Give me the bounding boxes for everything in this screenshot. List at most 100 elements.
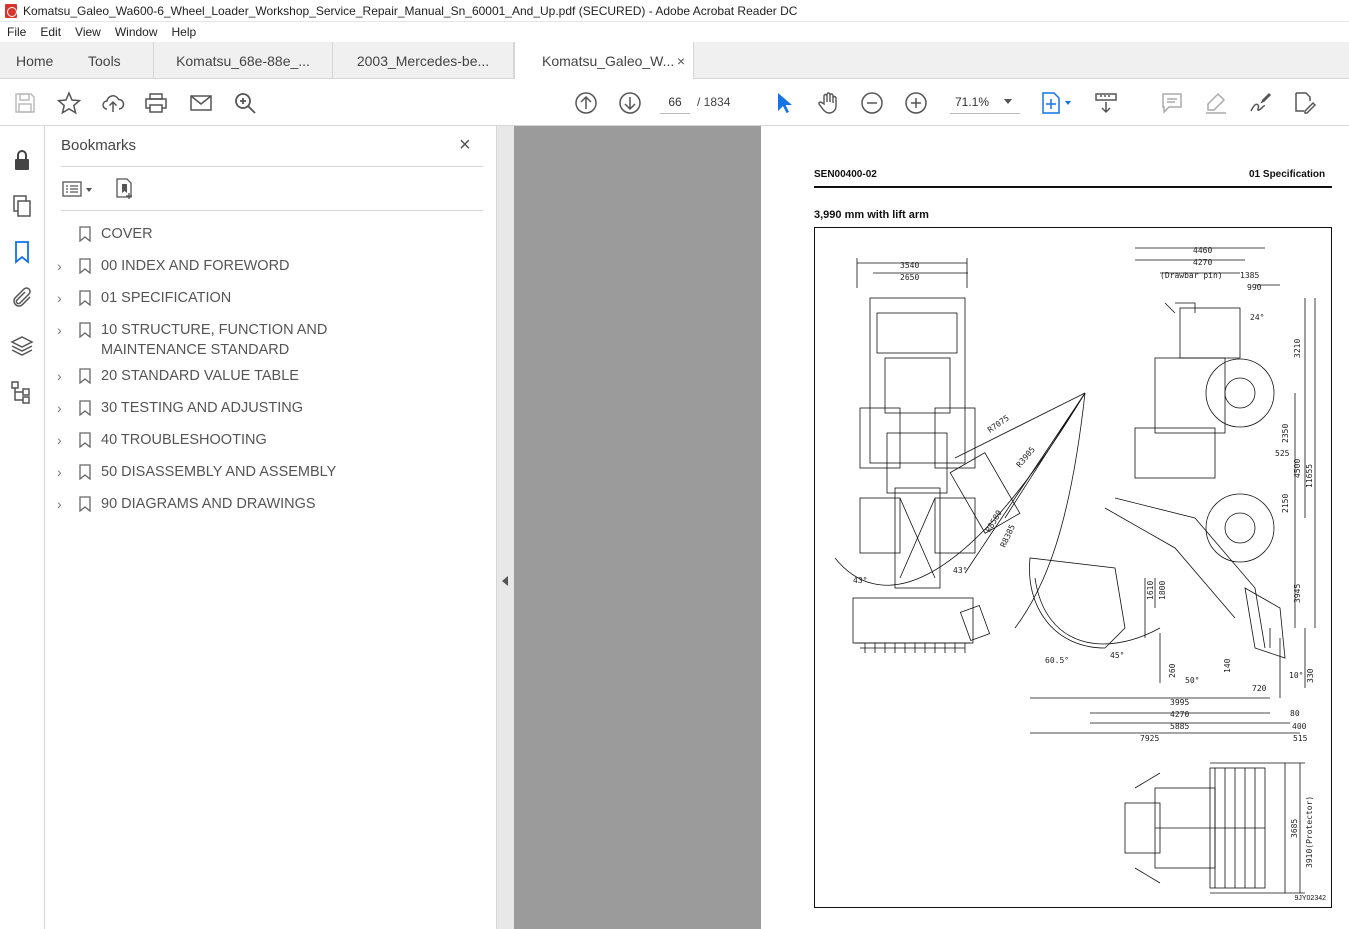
sign-icon[interactable]: [1248, 91, 1272, 115]
dim-515: 515: [1293, 734, 1308, 743]
chevron-down-icon: [1004, 99, 1012, 104]
divider: [61, 166, 483, 167]
zoom-out-icon[interactable]: [860, 91, 884, 115]
dim-2350: 2350: [1281, 424, 1290, 443]
attachment-icon[interactable]: [10, 286, 34, 310]
dim-r3905: R3905: [1015, 445, 1037, 469]
menu-bar: File Edit View Window Help: [0, 22, 1349, 42]
dim-3540: 3540: [900, 261, 919, 270]
email-icon[interactable]: [189, 91, 213, 115]
bookmark-label: 30 TESTING AND ADJUSTING: [101, 400, 303, 416]
technical-drawing: 3540 2650 R7075 R3905 R8580 R8385 43° 43…: [834, 246, 1316, 894]
bookmark-icon: [79, 368, 91, 384]
menu-window[interactable]: Window: [108, 25, 165, 39]
star-icon[interactable]: [56, 91, 82, 115]
tab-doc-2[interactable]: 2003_Mercedes-be...: [333, 42, 514, 79]
bookmark-icon: [79, 322, 91, 338]
chevron-right-icon[interactable]: ›: [57, 320, 69, 340]
scroll-mode-icon[interactable]: [1094, 91, 1118, 115]
layers-icon[interactable]: [10, 334, 34, 358]
navigation-rail: [0, 126, 45, 929]
dim-10: 10°: [1289, 671, 1303, 680]
comment-icon[interactable]: [1160, 91, 1184, 115]
next-page-icon[interactable]: [618, 91, 642, 115]
chevron-right-icon[interactable]: ›: [57, 256, 69, 276]
loader-dimension-drawing: 3540 2650 R7075 R3905 R8580 R8385 43° 43…: [814, 227, 1332, 908]
bookmark-label: 50 DISASSEMBLY AND ASSEMBLY: [101, 464, 337, 480]
chevron-right-icon[interactable]: ›: [57, 430, 69, 450]
content-tree-icon[interactable]: [10, 380, 34, 404]
bookmarks-title: Bookmarks: [61, 137, 137, 154]
tab-home[interactable]: Home: [16, 42, 53, 79]
title-bar: Komatsu_Galeo_Wa600-6_Wheel_Loader_Works…: [0, 0, 1349, 22]
acrobat-icon: [5, 3, 17, 18]
dim-330: 330: [1306, 668, 1315, 683]
chevron-right-icon[interactable]: ›: [57, 366, 69, 386]
dim-3995: 3995: [1170, 698, 1189, 707]
dim-260: 260: [1168, 663, 1177, 678]
bookmark-label: 20 STANDARD VALUE TABLE: [101, 368, 299, 384]
tab-doc-3-label: Komatsu_Galeo_W...: [542, 53, 675, 69]
dim-45: 45°: [1110, 651, 1124, 660]
dim-140: 140: [1223, 658, 1232, 673]
divider: [61, 210, 483, 211]
bookmark-panel-icon[interactable]: [10, 240, 34, 264]
tab-tools[interactable]: Tools: [88, 42, 121, 79]
dim-3685: 3685: [1290, 819, 1299, 838]
tab-bar: Home Tools Komatsu_68e-88e_... 2003_Merc…: [0, 42, 1349, 80]
print-icon[interactable]: [144, 91, 168, 115]
page-number-input[interactable]: [660, 90, 690, 114]
menu-help[interactable]: Help: [165, 25, 204, 39]
page-thumbnails-icon[interactable]: [10, 194, 34, 218]
previous-page-icon[interactable]: [574, 91, 598, 115]
bookmark-10-structure[interactable]: › 10 STRUCTURE, FUNCTION AND MAINTENANCE…: [57, 320, 477, 360]
dim-24: 24°: [1250, 313, 1264, 322]
tab-close-icon[interactable]: ×: [677, 53, 685, 69]
bookmark-icon: [79, 464, 91, 480]
figure-code: 9JY02342: [1294, 895, 1326, 902]
lock-icon[interactable]: [10, 148, 34, 172]
collapse-panel-icon[interactable]: [502, 576, 508, 586]
zoom-select[interactable]: 71.1%: [950, 90, 1020, 114]
menu-view[interactable]: View: [68, 25, 108, 39]
dim-2650: 2650: [900, 273, 919, 282]
menu-file[interactable]: File: [0, 25, 33, 39]
close-bookmarks-icon[interactable]: ×: [459, 134, 471, 157]
highlight-icon[interactable]: [1204, 91, 1228, 115]
dim-43-left: 43°: [853, 576, 867, 585]
chevron-right-icon[interactable]: ›: [57, 494, 69, 514]
hand-tool-icon[interactable]: [816, 91, 840, 115]
bookmark-options-icon[interactable]: [61, 178, 97, 200]
dim-990: 990: [1247, 283, 1262, 292]
dim-43-right: 43°: [953, 566, 967, 575]
select-cursor-icon[interactable]: [772, 91, 796, 115]
edit-tools-icon[interactable]: [1292, 91, 1317, 115]
fit-page-icon[interactable]: [1040, 91, 1074, 115]
cloud-upload-icon[interactable]: [101, 91, 125, 115]
tab-doc-1[interactable]: Komatsu_68e-88e_...: [153, 42, 333, 79]
tab-doc-2-label: 2003_Mercedes-be...: [356, 52, 490, 69]
search-icon[interactable]: [233, 91, 257, 115]
panel-splitter[interactable]: [497, 126, 514, 929]
dim-525: 525: [1275, 449, 1290, 458]
dim-5885: 5885: [1170, 722, 1189, 731]
save-icon[interactable]: [13, 91, 37, 115]
menu-edit[interactable]: Edit: [33, 25, 68, 39]
bookmark-label: COVER: [101, 226, 153, 242]
dim-1385: 1385: [1240, 271, 1259, 280]
header-rule: [814, 186, 1332, 188]
new-bookmark-icon[interactable]: [113, 178, 137, 200]
tab-doc-3-active[interactable]: Komatsu_Galeo_W... ×: [514, 42, 694, 80]
zoom-in-icon[interactable]: [904, 91, 928, 115]
chevron-right-icon[interactable]: ›: [57, 288, 69, 308]
dim-80: 80: [1290, 709, 1300, 718]
dim-r8385: R8385: [999, 523, 1017, 549]
dim-3910-protector: 3910(Protector): [1305, 796, 1314, 868]
bookmark-icon: [79, 226, 91, 242]
chevron-right-icon[interactable]: ›: [57, 462, 69, 482]
dim-4270-top: 4270: [1193, 258, 1212, 267]
dim-3210: 3210: [1293, 339, 1302, 358]
dim-drawbar-pin: (Drawbar pin): [1160, 271, 1223, 280]
tab-doc-1-label: Komatsu_68e-88e_...: [176, 52, 310, 69]
chevron-right-icon[interactable]: ›: [57, 398, 69, 418]
